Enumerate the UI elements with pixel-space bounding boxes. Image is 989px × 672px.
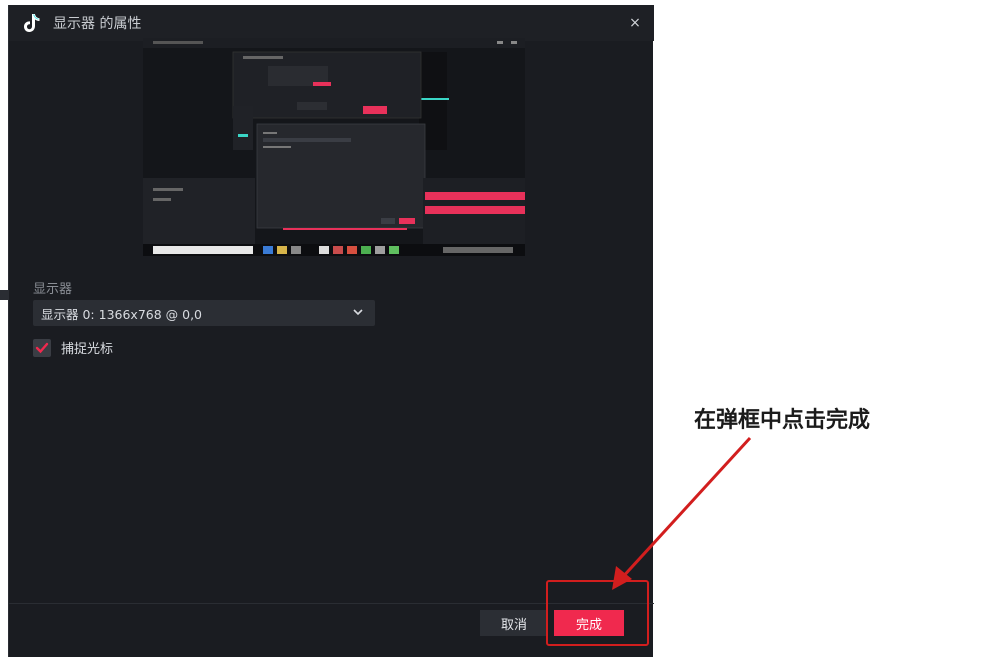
annotation-arrow (612, 436, 752, 590)
annotation-text: 在弹框中点击完成 (694, 407, 871, 433)
